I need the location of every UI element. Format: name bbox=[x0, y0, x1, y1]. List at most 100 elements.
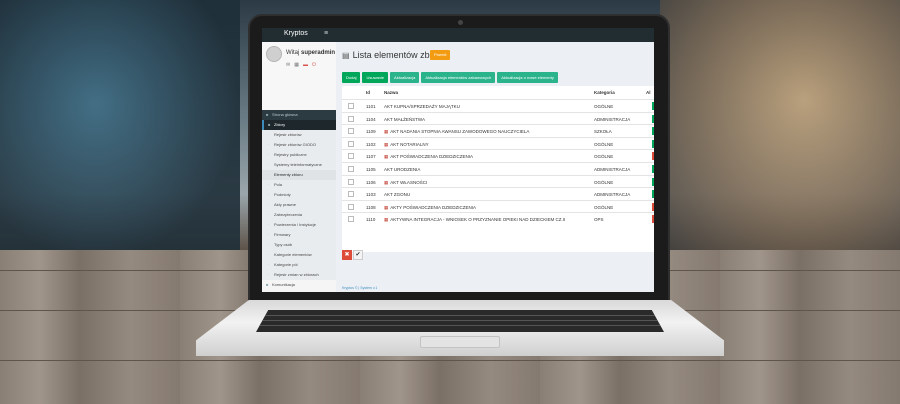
row-checkbox[interactable] bbox=[348, 140, 354, 147]
row-checkbox[interactable] bbox=[348, 128, 354, 135]
sidebar-item-15[interactable]: · Kategorie pól bbox=[262, 260, 336, 270]
row-category: OPS bbox=[594, 217, 604, 223]
book-icon: ▤ bbox=[342, 51, 350, 60]
column-header-extra[interactable]: Al bbox=[646, 90, 651, 95]
column-header-id[interactable]: Id bbox=[366, 90, 370, 95]
status-indicator bbox=[652, 114, 654, 123]
brand-logo[interactable]: Kryptos bbox=[284, 30, 308, 37]
table-row[interactable]: 1109 ▦ AKT NADANIA STOPNIA AWANSU ZAWODOWE… bbox=[342, 124, 654, 137]
row-name[interactable]: AKT KUPNA/SPRZEDAŻY MAJĄTKU bbox=[384, 104, 460, 109]
sidebar-item-12[interactable]: · Firmwary bbox=[262, 230, 336, 240]
sidebar-item-label: Strona główna bbox=[272, 112, 298, 117]
sidebar-item-4[interactable]: · Rejestry publiczne bbox=[262, 150, 336, 160]
row-name[interactable]: ▦ AKT WŁASNOŚCI bbox=[384, 180, 427, 186]
sidebar-item-7[interactable]: · Pola bbox=[262, 180, 336, 190]
row-checkbox[interactable] bbox=[348, 166, 354, 172]
document-icon: ▦ bbox=[384, 217, 389, 223]
table-row[interactable]: 1101 AKT KUPNA/SPRZEDAŻY MAJĄTKU OGÓLNE bbox=[342, 99, 654, 112]
menu-toggle-icon[interactable]: ≡ bbox=[324, 30, 328, 37]
row-name[interactable]: ▦ AKT NOTARIALNY bbox=[384, 142, 429, 148]
keyboard bbox=[256, 310, 664, 332]
sidebar-item-9[interactable]: · Akty prawne bbox=[262, 200, 336, 210]
sidebar-item-14[interactable]: · Kategorie elementów bbox=[262, 250, 336, 260]
status-indicator bbox=[652, 152, 654, 161]
mail-icon[interactable]: ✉ bbox=[286, 62, 294, 68]
row-category: OGÓLNE bbox=[594, 179, 614, 185]
row-category: OGÓLNE bbox=[594, 204, 614, 210]
row-checkbox[interactable] bbox=[348, 103, 354, 109]
row-name[interactable]: ▦ AKTY POŚWIADCZENIA DZIEDZICZENIA bbox=[384, 205, 476, 211]
table-row[interactable]: 1108 ▦ AKTY POŚWIADCZENIA DZIEDZICZENIA OGÓ… bbox=[342, 199, 654, 213]
row-id: 1110 bbox=[366, 217, 376, 223]
row-checkbox[interactable] bbox=[348, 178, 354, 185]
avatar bbox=[266, 46, 282, 62]
sidebar-item-13[interactable]: · Typy osób bbox=[262, 240, 336, 250]
table-row[interactable]: 1104 AKT MAŁŻEŃSTWA ADMINISTRACJA bbox=[342, 111, 654, 125]
power-icon[interactable]: ⏻ bbox=[312, 62, 320, 68]
sidebar-item-label: Firmwary bbox=[274, 232, 291, 237]
table-row[interactable]: 1110 ▦ AKTYWNA INTEGRACJA - WNIOSEK O PRZY… bbox=[342, 212, 654, 225]
row-id: 1104 bbox=[366, 116, 376, 122]
table-row[interactable]: 1102 ▦ AKT NOTARIALNY OGÓLNE bbox=[342, 136, 654, 150]
sidebar-item-3[interactable]: · Rejestr zbiorów GIODO bbox=[262, 140, 336, 150]
sidebar-item-11[interactable]: · Powierzenia / Instytucje bbox=[262, 220, 336, 230]
column-header-name[interactable]: Nazwa bbox=[384, 90, 398, 95]
sidebar-item-1[interactable]: ■ Zbiory bbox=[262, 120, 336, 130]
calendar-icon[interactable]: ▦ bbox=[294, 62, 303, 68]
sidebar-item-18[interactable]: ■Pracownicy bbox=[262, 290, 336, 292]
back-button[interactable]: Powrót bbox=[430, 50, 451, 60]
elements-table: Id Nazwa Kategoria Al 1101 AKT KUPNA/SPRZ… bbox=[342, 86, 654, 252]
row-name[interactable]: ▦ AKTYWNA INTEGRACJA - WNIOSEK O PRZYZNAN… bbox=[384, 217, 565, 223]
row-checkbox[interactable] bbox=[348, 153, 354, 160]
confirm-button[interactable]: ✔ bbox=[353, 250, 363, 260]
table-row[interactable]: 1103 AKT ZGONU ADMINISTRACJA bbox=[342, 187, 654, 200]
row-category: SZKOŁA bbox=[594, 129, 612, 135]
sidebar-item-label: Elementy zbioru bbox=[274, 172, 303, 177]
sidebar-item-2[interactable]: · Rejestr zbiorów bbox=[262, 130, 336, 140]
sidebar-item-label: Rejestr zbiorów bbox=[274, 132, 302, 137]
sidebar: Witaj superadmin ✉▦▬⏻ ■ Strona główna ■ Zbi… bbox=[262, 42, 336, 292]
sidebar-item-label: Komunikacja bbox=[272, 282, 295, 287]
document-icon: ▦ bbox=[384, 204, 389, 210]
sidebar-item-8[interactable]: · Podmioty bbox=[262, 190, 336, 200]
table-row[interactable]: 1106 ▦ AKT WŁASNOŚCI OGÓLNE bbox=[342, 174, 654, 188]
row-name[interactable]: AKT URODZENIA bbox=[384, 167, 420, 172]
flag-icon[interactable]: ▬ bbox=[303, 62, 312, 68]
main-content: ▤ Lista elementów zbioru Powrót Dodaj Usu… bbox=[336, 42, 654, 292]
update-button[interactable]: Aktualizacja bbox=[390, 72, 420, 83]
row-category: ADMINISTRACJA bbox=[594, 192, 631, 198]
row-name[interactable]: ▦ AKT POŚWIADCZENIA DZIEDZICZENIA bbox=[384, 154, 473, 160]
row-category: ADMINISTRACJA bbox=[594, 116, 631, 122]
sidebar-item-0[interactable]: ■ Strona główna bbox=[262, 110, 336, 120]
add-button[interactable]: Dodaj bbox=[342, 72, 361, 83]
sidebar-item-label: Powierzenia / Instytucje bbox=[274, 222, 317, 227]
sidebar-item-label: Kategorie pól bbox=[274, 262, 298, 267]
sidebar-item-label: Podmioty bbox=[274, 192, 291, 197]
sidebar-item-6[interactable]: · Elementy zbioru bbox=[262, 170, 336, 180]
table-row[interactable]: 1105 AKT URODZENIA ADMINISTRACJA bbox=[342, 162, 654, 175]
sidebar-item-label: Zabezpieczenia bbox=[274, 212, 303, 217]
sidebar-item-10[interactable]: · Zabezpieczenia bbox=[262, 210, 336, 220]
row-checkbox[interactable] bbox=[348, 203, 354, 210]
delete-button[interactable]: ✖ bbox=[342, 250, 352, 260]
row-name[interactable]: AKT ZGONU bbox=[384, 192, 410, 197]
update-new-elements-button[interactable]: Aktualizacja o nowe elementy bbox=[497, 72, 558, 83]
row-name[interactable]: AKT MAŁŻEŃSTWA bbox=[384, 117, 425, 122]
row-name[interactable]: ▦ AKT NADANIA STOPNIA AWANSU ZAWODOWEGO N… bbox=[384, 129, 529, 135]
sidebar-item-5[interactable]: · Systemy teleinformatyczne bbox=[262, 160, 336, 170]
sidebar-item-16[interactable]: · Rejestr zmian w zbiorach bbox=[262, 270, 336, 280]
row-checkbox[interactable] bbox=[348, 216, 354, 223]
remove-button[interactable]: Usuwanie bbox=[362, 72, 389, 83]
status-indicator bbox=[652, 165, 654, 173]
sidebar-item-label: Rejestry publiczne bbox=[274, 152, 307, 157]
column-header-category[interactable]: Kategoria bbox=[594, 90, 615, 95]
update-elements-button[interactable]: Aktualizacja elementów zabawowych bbox=[421, 72, 496, 83]
webcam bbox=[458, 20, 463, 25]
document-icon: ▦ bbox=[384, 141, 389, 147]
status-indicator bbox=[652, 139, 654, 148]
row-category: OGÓLNE bbox=[594, 154, 614, 160]
row-checkbox[interactable] bbox=[348, 191, 354, 198]
sidebar-item-17[interactable]: ■ Komunikacja bbox=[262, 280, 336, 290]
row-checkbox[interactable] bbox=[348, 115, 354, 122]
table-row[interactable]: 1107 ▦ AKT POŚWIADCZENIA DZIEDZICZENIA OGÓL… bbox=[342, 149, 654, 162]
